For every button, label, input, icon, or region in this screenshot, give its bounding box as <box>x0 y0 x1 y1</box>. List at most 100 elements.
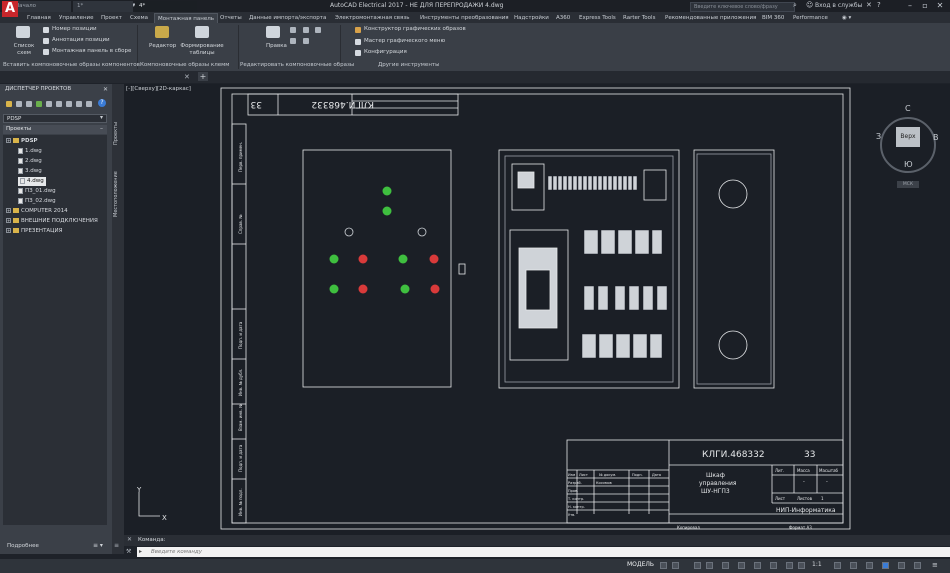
panel-footer-other[interactable]: Другие инструменты <box>378 61 439 70</box>
annotation-visibility-icon[interactable] <box>798 562 805 569</box>
osnap-icon[interactable] <box>722 562 729 569</box>
tab-bim360[interactable]: BIM 360 <box>762 13 784 23</box>
tab-import-export[interactable]: Данные импорта/экспорта <box>249 13 326 23</box>
ribbon-toggle-icon[interactable]: ◉ ▾ <box>842 13 851 23</box>
model-space-button[interactable]: МОДЕЛЬ <box>627 561 654 568</box>
viewcube-top-face[interactable]: Верх <box>896 127 920 147</box>
open-project-icon[interactable] <box>6 101 12 107</box>
scheme-list-button[interactable]: Список схем <box>11 43 37 57</box>
customization-icon[interactable]: ≡ <box>932 561 938 569</box>
tree-drawing-item[interactable]: ПЗ_01.dwg <box>18 187 56 196</box>
tab-manage[interactable]: Управление <box>59 13 94 23</box>
doc-tab-start[interactable]: Начало <box>11 1 71 12</box>
tool-icon[interactable] <box>290 38 296 44</box>
plot-list-icon[interactable] <box>66 101 72 107</box>
search-input[interactable]: Введите ключевое слово/фразу <box>690 2 795 12</box>
new-drawing-icon[interactable] <box>26 101 32 107</box>
quick-properties-icon[interactable] <box>866 562 873 569</box>
minimize-button[interactable]: – <box>904 1 916 11</box>
expand-icon[interactable]: + <box>6 228 11 233</box>
tab-addins[interactable]: Надстройки <box>514 13 549 23</box>
tab-home[interactable]: Главная <box>27 13 51 23</box>
collapse-icon[interactable]: – <box>100 125 103 132</box>
side-tab-location[interactable]: Местоположение <box>113 164 123 224</box>
compass-south[interactable]: Ю <box>904 160 913 169</box>
tab-performance[interactable]: Performance <box>793 13 828 23</box>
search-icon[interactable]: ⌕ <box>793 1 797 10</box>
update-icon[interactable] <box>56 101 62 107</box>
command-input[interactable] <box>151 547 851 557</box>
tree-drawing-item[interactable]: 4.dwg <box>18 177 46 186</box>
doc-tab-4[interactable]: 4* <box>135 1 197 12</box>
editor-button[interactable]: Редактор <box>149 43 176 49</box>
chevron-down-icon[interactable]: ▾ <box>100 114 103 121</box>
snap-icon[interactable] <box>672 562 679 569</box>
position-number-button[interactable]: Номер позиции <box>52 26 97 32</box>
close-tab-icon[interactable]: ✕ <box>184 73 190 81</box>
transparency-icon[interactable] <box>770 562 777 569</box>
clean-screen-icon[interactable] <box>914 562 921 569</box>
doc-tab-1[interactable]: 1* <box>73 1 133 12</box>
wrench-icon[interactable]: ⚒ <box>126 548 131 555</box>
properties-icon[interactable] <box>46 101 52 107</box>
ortho-icon[interactable] <box>694 562 701 569</box>
units-icon[interactable] <box>850 562 857 569</box>
tree-drawing-item[interactable]: ПЗ_02.dwg <box>18 197 56 206</box>
compass-north[interactable]: С <box>905 104 911 113</box>
lineweight-icon[interactable] <box>754 562 761 569</box>
new-tab-button[interactable]: + <box>198 72 208 81</box>
project-select[interactable]: PDSP <box>3 114 107 123</box>
close-icon[interactable]: ✕ <box>127 536 132 543</box>
compass-east[interactable]: В <box>933 133 939 142</box>
new-project-icon[interactable] <box>16 101 22 107</box>
compass-west[interactable]: З <box>876 132 881 141</box>
tab-electromech[interactable]: Электромонтажная связь <box>335 13 410 23</box>
polar-icon[interactable] <box>706 562 713 569</box>
workspace-icon[interactable] <box>834 562 841 569</box>
expand-icon[interactable]: + <box>6 218 11 223</box>
tab-conversion-tools[interactable]: Инструменты преобразования <box>420 13 509 23</box>
utilities-icon[interactable] <box>76 101 82 107</box>
tab-project[interactable]: Проект <box>101 13 122 23</box>
edit-button[interactable]: Правка <box>266 43 287 49</box>
panel-assembly-button[interactable]: Монтажная панель в сборе <box>52 48 131 54</box>
tool-icon[interactable] <box>315 27 321 33</box>
projects-header[interactable]: Проекты <box>3 125 107 134</box>
tree-project-item[interactable]: + COMPUTER 2014 <box>6 207 68 216</box>
tab-schematic[interactable]: Схема <box>130 13 148 23</box>
tab-express-tools[interactable]: Express Tools <box>579 13 616 23</box>
panel-footer-insert[interactable]: Вставить компоновочные образы компоненто… <box>3 61 140 70</box>
details-icons[interactable]: ≡ ▾ <box>93 541 103 551</box>
maximize-button[interactable]: ▫ <box>919 1 931 11</box>
drawing-svg[interactable]: КЛГИ.468332 33 Перв. примен. Справ. № По… <box>124 84 950 535</box>
tree-drawing-item[interactable]: 1.dwg <box>18 147 42 156</box>
configuration-button[interactable]: Конфигурация <box>364 49 407 55</box>
tool-icon[interactable] <box>290 27 296 33</box>
grid-icon[interactable] <box>660 562 667 569</box>
annotation-scale[interactable]: 1:1 <box>812 561 822 568</box>
selection-cycling-icon[interactable] <box>786 562 793 569</box>
user-icon[interactable]: ☺ <box>806 1 813 9</box>
tab-reports[interactable]: Отчеты <box>220 13 242 23</box>
graphic-builder-button[interactable]: Конструктор графических образов <box>364 26 466 32</box>
menu-wizard-button[interactable]: Мастер графического меню <box>364 38 445 44</box>
expand-icon[interactable]: + <box>6 208 11 213</box>
tree-project-item[interactable]: + ВНЕШНИЕ ПОДКЛЮЧЕНИЯ <box>6 217 98 226</box>
hardware-acceleration-icon[interactable] <box>898 562 905 569</box>
settings-icon[interactable] <box>86 101 92 107</box>
signin-menu[interactable]: Вход в службы <box>815 2 862 9</box>
close-button[interactable]: ✕ <box>934 1 946 11</box>
panel-footer-terminals[interactable]: Компоновочные образы клемм <box>140 61 229 70</box>
exchange-icon[interactable]: ✕ <box>866 1 872 9</box>
tree-project-item[interactable]: + ПРЕЗЕНТАЦИЯ <box>6 227 62 236</box>
application-menu-button[interactable]: A <box>2 1 18 17</box>
details-toggle[interactable]: Подробнее ≡ ▾ <box>3 541 107 551</box>
tool-icon[interactable] <box>303 38 309 44</box>
annotation-button[interactable]: Аннотация позиции <box>52 37 110 43</box>
help-icon[interactable]: ? <box>877 1 881 9</box>
refresh-icon[interactable] <box>36 101 42 107</box>
tab-a360[interactable]: A360 <box>556 13 570 23</box>
wcs-menu[interactable]: МСК <box>897 181 919 188</box>
tab-featured-apps[interactable]: Рекомендованные приложения <box>665 13 756 23</box>
side-tab-projects[interactable]: Проекты <box>113 114 123 154</box>
